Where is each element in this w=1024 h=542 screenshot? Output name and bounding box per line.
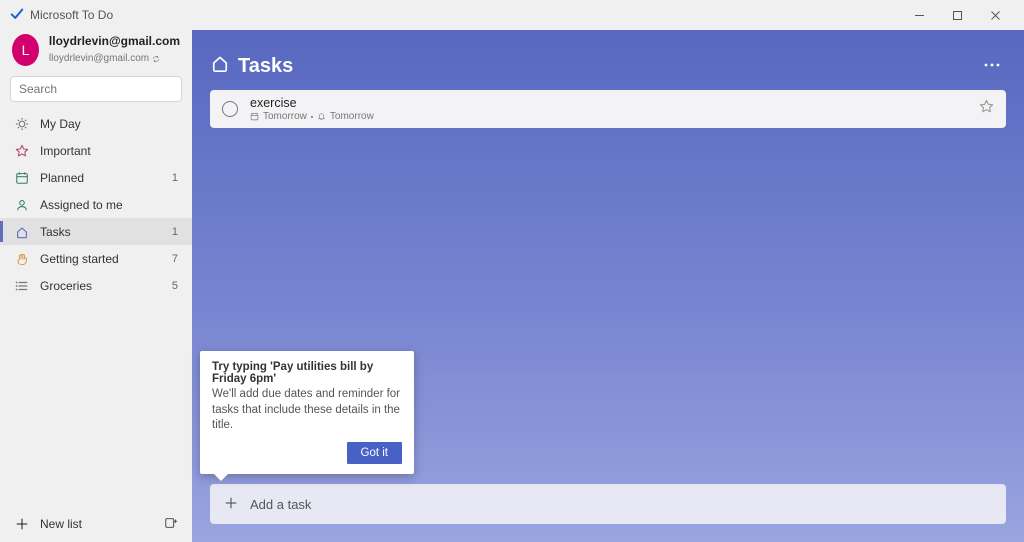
tip-arrow	[214, 474, 228, 481]
account-name: lloydrlevin@gmail.com	[49, 34, 180, 48]
complete-toggle[interactable]	[222, 101, 238, 117]
sidebar: L lloydrlevin@gmail.com lloydrlevin@gmai…	[0, 30, 192, 542]
more-options-button[interactable]	[978, 48, 1006, 78]
plus-icon	[224, 496, 238, 513]
window-close-button[interactable]	[976, 1, 1014, 29]
nav-label: Important	[40, 144, 178, 158]
task-reminder: Tomorrow	[330, 111, 374, 122]
new-list-row[interactable]: New list	[0, 506, 192, 542]
main-header: Tasks	[210, 30, 1006, 90]
account-sub: lloydrlevin@gmail.com	[49, 53, 160, 64]
task-list: exercise Tomorrow Tomorrow	[210, 90, 1006, 134]
add-group-button[interactable]	[164, 516, 178, 533]
nav-important[interactable]: Important	[0, 137, 192, 164]
app-title: Microsoft To Do	[30, 8, 113, 22]
task-row[interactable]: exercise Tomorrow Tomorrow	[210, 90, 1006, 128]
nav-label: Groceries	[40, 279, 172, 293]
nav-planned[interactable]: Planned 1	[0, 164, 192, 191]
plus-icon	[14, 517, 30, 531]
title-bar: Microsoft To Do	[0, 0, 1024, 30]
tip-popup: Try typing 'Pay utilities bill by Friday…	[200, 351, 414, 474]
search-box[interactable]	[10, 76, 182, 102]
nav-label: Assigned to me	[40, 198, 178, 212]
star-toggle[interactable]	[979, 99, 994, 119]
nav-label: Planned	[40, 171, 172, 185]
nav-tasks[interactable]: Tasks 1	[0, 218, 192, 245]
list-icon	[14, 279, 30, 293]
nav-list: My Day Important Planned 1 Assigned to m…	[0, 110, 192, 299]
more-icon	[984, 63, 1000, 67]
account-header[interactable]: L lloydrlevin@gmail.com lloydrlevin@gmai…	[0, 30, 192, 76]
separator-dot	[311, 116, 313, 118]
task-due: Tomorrow	[263, 111, 307, 122]
sun-icon	[14, 117, 30, 131]
nav-groceries[interactable]: Groceries 5	[0, 272, 192, 299]
nav-assigned[interactable]: Assigned to me	[0, 191, 192, 218]
avatar-letter: L	[22, 42, 30, 58]
bell-icon	[317, 112, 326, 121]
main-panel: Tasks exercise Tomorrow Tom	[192, 30, 1024, 542]
window-maximize-button[interactable]	[938, 1, 976, 29]
home-icon	[14, 225, 30, 239]
add-task-placeholder: Add a task	[250, 497, 311, 512]
sync-icon	[152, 55, 160, 63]
task-title: exercise	[250, 96, 979, 110]
nav-count: 1	[172, 172, 178, 184]
nav-my-day[interactable]: My Day	[0, 110, 192, 137]
nav-label: My Day	[40, 117, 178, 131]
new-list-label: New list	[40, 517, 82, 531]
search-input[interactable]	[19, 82, 174, 96]
nav-getting-started[interactable]: Getting started 7	[0, 245, 192, 272]
add-group-icon	[164, 516, 178, 530]
user-icon	[14, 198, 30, 212]
page-title: Tasks	[238, 55, 978, 78]
add-task-input[interactable]: Add a task	[210, 484, 1006, 524]
window-minimize-button[interactable]	[900, 1, 938, 29]
tip-title: Try typing 'Pay utilities bill by Friday…	[212, 361, 402, 385]
home-icon	[210, 53, 230, 78]
nav-count: 7	[172, 253, 178, 265]
nav-label: Getting started	[40, 252, 172, 266]
star-icon	[14, 144, 30, 158]
app-logo-icon	[10, 7, 24, 24]
calendar-icon	[250, 112, 259, 121]
app-window: Microsoft To Do L lloydrlevin@gmail.com …	[0, 0, 1024, 542]
task-meta: Tomorrow Tomorrow	[250, 111, 979, 122]
star-icon	[979, 99, 994, 114]
nav-label: Tasks	[40, 225, 172, 239]
tip-gotit-button[interactable]: Got it	[347, 442, 402, 464]
nav-count: 1	[172, 226, 178, 238]
avatar: L	[12, 34, 39, 66]
calendar-icon	[14, 171, 30, 185]
tip-body: We'll add due dates and reminder for tas…	[212, 387, 402, 434]
nav-count: 5	[172, 280, 178, 292]
hand-icon	[14, 252, 30, 266]
